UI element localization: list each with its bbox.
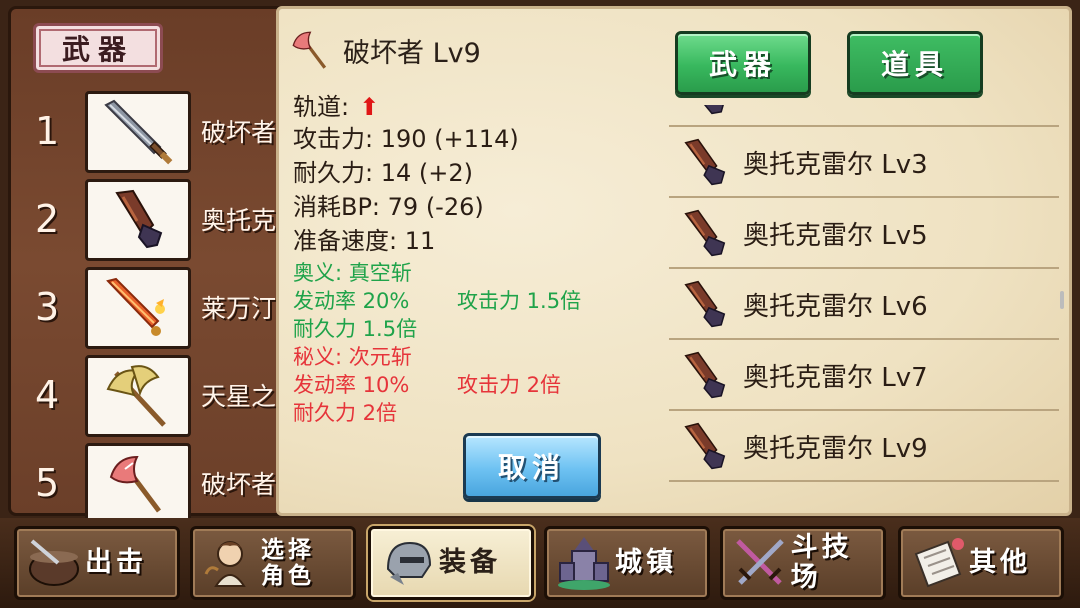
weapon-list-item-label: 奥托克雷尔 Lv5 [743, 220, 928, 251]
nav-select-character-button[interactable]: 选择 角色 [190, 526, 356, 600]
nav-label-line1: 选择 [261, 537, 315, 563]
weapon-list-item-label: 奥托克雷尔 Lv6 [743, 291, 928, 322]
crossed-swords-icon [729, 532, 791, 594]
weapon-list-item-label: 奥托克雷尔 Lv9 [743, 433, 928, 464]
nav-other-label: 其他 [969, 547, 1031, 578]
detail-header: 破坏者 Lv9 [287, 27, 481, 73]
bp-cost-stat: 消耗BP: 79 (-26) [293, 193, 484, 221]
scroll-icon [907, 532, 969, 594]
gauntlet-icon [115, 189, 163, 249]
slot-number: 1 [35, 109, 60, 153]
weapon-slot-4[interactable]: 4 天星之 [11, 353, 311, 437]
slot-icon-box[interactable] [85, 179, 191, 261]
weapon-slot-3[interactable]: 3 莱万汀 [11, 265, 311, 349]
nav-arena-label: 斗技场 [790, 532, 853, 593]
helmet-icon [377, 532, 439, 594]
ougi-attack: 攻击力 1.5倍 [457, 289, 582, 313]
weapon-detail-panel: 破坏者 Lv9 轨道: ⬆ 攻击力: 190 (+114) 耐久力: 14 (+2… [276, 6, 1072, 516]
weapon-slot-2[interactable]: 2 奥托克 [11, 177, 311, 261]
weapon-slot-5[interactable]: 5 破坏者 [11, 441, 311, 525]
ougi-durability: 耐久力 1.5倍 [293, 317, 418, 341]
track-row: 轨道: ⬆ [293, 87, 379, 122]
nav-sortie-label: 出击 [85, 547, 147, 578]
slot-number: 2 [35, 197, 60, 241]
nav-sortie-button[interactable]: 出击 [14, 526, 180, 600]
nav-select-character-label: 选择 角色 [261, 537, 315, 589]
attack-stat: 攻击力: 190 (+114) [293, 125, 519, 153]
nav-equipment-label: 装备 [439, 547, 501, 578]
list-scrollbar[interactable] [1060, 291, 1064, 309]
ougi-name: 奥义: 真空斩 [293, 261, 412, 285]
nav-town-label: 城镇 [615, 547, 677, 578]
tab-items[interactable]: 道具 [847, 31, 983, 95]
slot-icon-box[interactable] [85, 91, 191, 173]
durability-stat: 耐久力: 14 (+2) [293, 159, 473, 187]
weapon-list-item[interactable]: 奥托克雷尔 Lv7 [669, 341, 1059, 411]
gauntlet-icon [677, 276, 733, 332]
hiougi-attack: 攻击力 2倍 [457, 373, 562, 397]
slot-icon-box[interactable] [85, 443, 191, 525]
slot-number: 4 [35, 373, 60, 417]
slot-icon-box[interactable] [85, 355, 191, 437]
weapon-list-item-label: 奥托克雷尔 Lv3 [743, 149, 928, 180]
gauntlet-icon [677, 105, 733, 119]
tab-weapons[interactable]: 武器 [675, 31, 811, 95]
cancel-button[interactable]: 取消 [463, 433, 601, 499]
ready-speed-stat: 准备速度: 11 [293, 227, 436, 255]
hiougi-rate: 发动率 10% [293, 373, 410, 397]
bottom-nav-bar: 出击 选择 角色 装备 城镇 斗技场 其他 [0, 518, 1080, 608]
nav-label-line2: 角色 [261, 563, 315, 589]
weapon-slot-1[interactable]: 1 破坏者 [11, 89, 311, 173]
slot-number: 3 [35, 285, 60, 329]
gauntlet-icon [677, 347, 733, 403]
slot-number: 5 [35, 461, 60, 505]
battle-axe-icon [109, 455, 161, 513]
weapon-list-item[interactable]: 奥托克雷尔 Lv3 [669, 128, 1059, 198]
flame-sword-icon [106, 277, 165, 336]
nav-town-button[interactable]: 城镇 [544, 526, 710, 600]
cauldron-icon [23, 532, 85, 594]
weapon-slots-title: 武器 [33, 23, 163, 73]
castle-icon [553, 532, 615, 594]
up-arrow-icon: ⬆ [359, 93, 380, 121]
character-icon [199, 532, 261, 594]
nav-arena-button[interactable]: 斗技场 [720, 526, 886, 600]
hiougi-name: 秘义: 次元斩 [293, 345, 412, 369]
gauntlet-icon [677, 418, 733, 474]
hiougi-durability: 耐久力 2倍 [293, 401, 398, 425]
track-label: 轨道: [293, 93, 350, 121]
weapon-list-item[interactable]: 奥托克雷尔 Lv6 [669, 270, 1059, 340]
slot-icon-box[interactable] [85, 267, 191, 349]
nav-other-button[interactable]: 其他 [898, 526, 1064, 600]
weapon-list-item[interactable]: 奥托克雷尔 Lv5 [669, 199, 1059, 269]
weapon-list-item[interactable]: 奥托克雷尔 Lv9 [669, 412, 1059, 482]
golden-axe-icon [106, 365, 166, 427]
ougi-rate: 发动率 20% [293, 289, 410, 313]
weapon-slots-panel: 武器 1 破坏者 2 奥托克 3 莱万汀 4 天星之 5 破坏者 [8, 6, 311, 525]
battle-axe-icon [292, 31, 327, 69]
detail-weapon-name: 破坏者 Lv9 [343, 37, 481, 69]
weapon-list-item-label: 奥托克雷尔 Lv2 [743, 105, 928, 110]
weapon-inventory-list[interactable]: 奥托克雷尔 Lv2 奥托克雷尔 Lv3 奥托克雷尔 Lv5 奥托克雷尔 Lv6 奥托克雷… [669, 105, 1061, 517]
gauntlet-icon [677, 205, 733, 261]
weapon-list-item-label: 奥托克雷尔 Lv7 [743, 362, 928, 393]
weapon-list-item[interactable]: 奥托克雷尔 Lv2 [669, 105, 1059, 127]
gauntlet-icon [677, 134, 733, 190]
nav-equipment-button[interactable]: 装备 [368, 526, 534, 600]
sword-icon [104, 99, 173, 165]
